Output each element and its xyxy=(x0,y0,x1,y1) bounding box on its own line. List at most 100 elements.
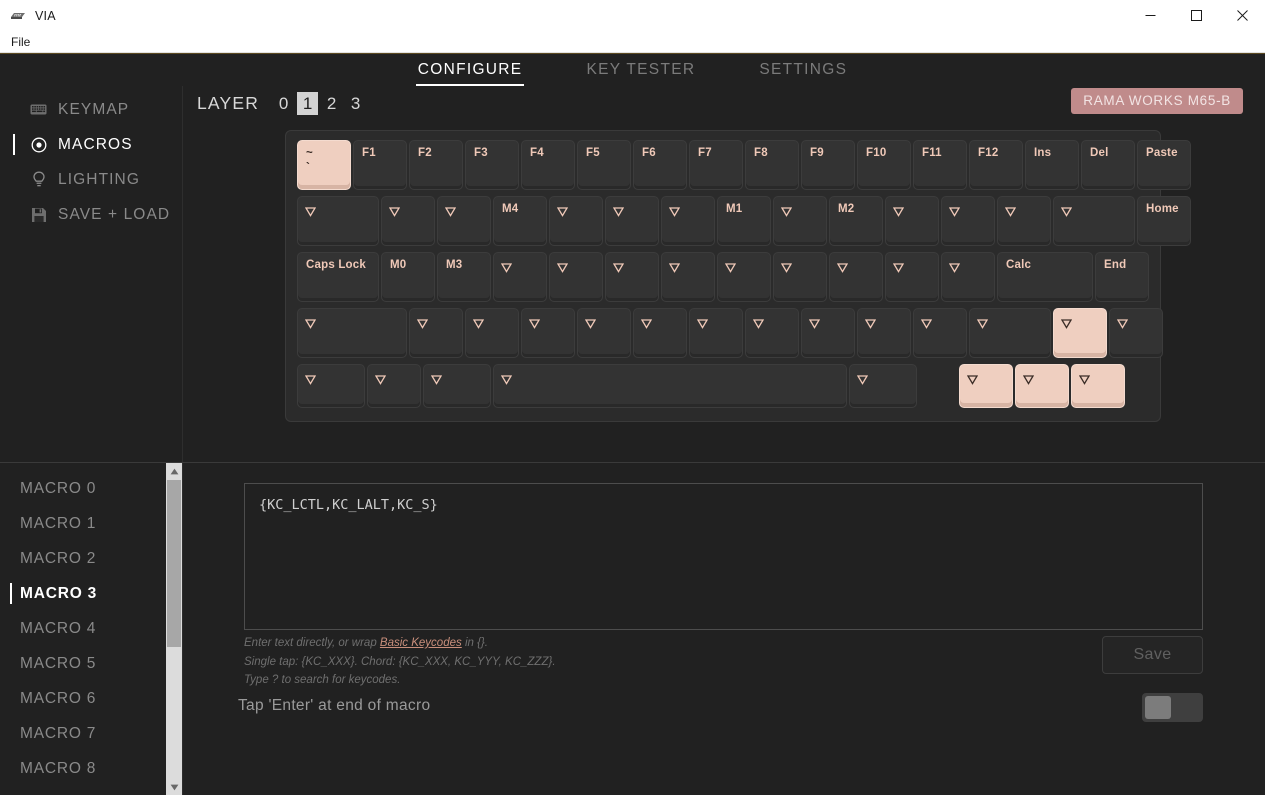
keyboard-key[interactable] xyxy=(409,308,463,358)
keyboard-key[interactable]: End xyxy=(1095,252,1149,302)
keyboard-key[interactable]: ~ ` xyxy=(297,140,351,190)
keyboard-key[interactable]: M1 xyxy=(717,196,771,246)
keyboard-key[interactable]: Caps Lock xyxy=(297,252,379,302)
tab-settings[interactable]: SETTINGS xyxy=(757,58,849,82)
macro-list-scrollbar[interactable] xyxy=(166,463,182,795)
basic-keycodes-link[interactable]: Basic Keycodes xyxy=(380,637,462,649)
keyboard-key[interactable] xyxy=(633,308,687,358)
hint-line-1-post: in {}. xyxy=(461,637,488,649)
keyboard-key[interactable]: F11 xyxy=(913,140,967,190)
keyboard-key[interactable] xyxy=(577,308,631,358)
keyboard-key[interactable] xyxy=(885,252,939,302)
keyboard-key[interactable] xyxy=(913,308,967,358)
keyboard-key[interactable] xyxy=(297,196,379,246)
close-icon[interactable] xyxy=(1219,0,1265,31)
macro-list-item[interactable]: MACRO 2 xyxy=(0,541,182,576)
keyboard-key[interactable] xyxy=(423,364,491,408)
keyboard-key[interactable] xyxy=(745,308,799,358)
keyboard-key[interactable]: Calc xyxy=(997,252,1093,302)
keyboard-key[interactable]: M0 xyxy=(381,252,435,302)
keyboard-key[interactable]: M3 xyxy=(437,252,491,302)
macro-list-item[interactable]: MACRO 8 xyxy=(0,751,182,786)
keyboard-key[interactable]: F7 xyxy=(689,140,743,190)
keyboard-key[interactable] xyxy=(717,252,771,302)
tab-configure[interactable]: CONFIGURE xyxy=(415,58,525,86)
macro-list-item[interactable]: MACRO 7 xyxy=(0,716,182,751)
keyboard-key[interactable]: F9 xyxy=(801,140,855,190)
layer-button-1[interactable]: 1 xyxy=(297,92,319,115)
keyboard-key[interactable] xyxy=(1053,308,1107,358)
scrollbar-thumb[interactable] xyxy=(167,480,181,647)
keyboard-key[interactable] xyxy=(829,252,883,302)
keyboard-key[interactable] xyxy=(773,252,827,302)
keyboard-key[interactable]: F8 xyxy=(745,140,799,190)
keyboard-key[interactable]: F10 xyxy=(857,140,911,190)
keyboard-key[interactable] xyxy=(493,364,847,408)
keyboard-key[interactable] xyxy=(885,196,939,246)
sidebar-item-keymap[interactable]: KEYMAP xyxy=(0,92,182,127)
keyboard-key[interactable] xyxy=(493,252,547,302)
keyboard-key[interactable] xyxy=(959,364,1013,408)
keyboard-key[interactable] xyxy=(367,364,421,408)
macro-list-item[interactable]: MACRO 6 xyxy=(0,681,182,716)
keyboard-key[interactable]: F3 xyxy=(465,140,519,190)
layer-button-3[interactable]: 3 xyxy=(345,92,366,115)
macro-list-item[interactable]: MACRO 0 xyxy=(0,471,182,506)
keyboard-key[interactable] xyxy=(857,308,911,358)
keyboard-key[interactable] xyxy=(661,196,715,246)
keyboard-key[interactable] xyxy=(661,252,715,302)
keyboard-key[interactable]: F5 xyxy=(577,140,631,190)
keyboard-key[interactable]: Del xyxy=(1081,140,1135,190)
keyboard-key[interactable]: M4 xyxy=(493,196,547,246)
keyboard-key[interactable] xyxy=(1015,364,1069,408)
macro-text-input[interactable] xyxy=(244,483,1203,630)
keyboard-key[interactable]: F1 xyxy=(353,140,407,190)
keyboard-key[interactable] xyxy=(437,196,491,246)
keyboard-key[interactable] xyxy=(465,308,519,358)
keyboard-key[interactable] xyxy=(941,252,995,302)
scroll-up-arrow-icon[interactable] xyxy=(166,463,182,480)
macro-list-item[interactable]: MACRO 3 xyxy=(0,576,182,611)
keyboard-key[interactable]: M2 xyxy=(829,196,883,246)
keyboard-key[interactable] xyxy=(549,252,603,302)
tap-enter-toggle[interactable] xyxy=(1142,693,1203,722)
keyboard-key[interactable] xyxy=(1071,364,1125,408)
keyboard-key[interactable] xyxy=(605,252,659,302)
keyboard-key[interactable] xyxy=(605,196,659,246)
keyboard-key[interactable] xyxy=(521,308,575,358)
keyboard-key[interactable] xyxy=(997,196,1051,246)
tab-key-tester[interactable]: KEY TESTER xyxy=(584,58,697,82)
keyboard-key[interactable] xyxy=(1109,308,1163,358)
menu-item-file[interactable]: File xyxy=(4,33,37,51)
sidebar-item-save-load[interactable]: SAVE + LOAD xyxy=(0,197,182,232)
keyboard-key[interactable]: F6 xyxy=(633,140,687,190)
keyboard-key[interactable] xyxy=(801,308,855,358)
keyboard-key[interactable]: Ins xyxy=(1025,140,1079,190)
macro-list-item[interactable]: MACRO 4 xyxy=(0,611,182,646)
macro-list-item[interactable]: MACRO 5 xyxy=(0,646,182,681)
keyboard-key[interactable] xyxy=(849,364,917,408)
keyboard-key[interactable] xyxy=(549,196,603,246)
scroll-down-arrow-icon[interactable] xyxy=(166,779,182,795)
minimize-icon[interactable] xyxy=(1127,0,1173,31)
keyboard-key[interactable] xyxy=(297,308,407,358)
keyboard-key[interactable] xyxy=(1053,196,1135,246)
keyboard-key[interactable] xyxy=(297,364,365,408)
maximize-icon[interactable] xyxy=(1173,0,1219,31)
keyboard-key[interactable] xyxy=(381,196,435,246)
layer-button-0[interactable]: 0 xyxy=(273,92,294,115)
keyboard-key[interactable] xyxy=(969,308,1051,358)
sidebar-item-lighting[interactable]: LIGHTING xyxy=(0,162,182,197)
keyboard-key[interactable]: Home xyxy=(1137,196,1191,246)
macro-list-item[interactable]: MACRO 1 xyxy=(0,506,182,541)
save-button[interactable]: Save xyxy=(1102,636,1203,674)
keyboard-key[interactable]: F2 xyxy=(409,140,463,190)
keyboard-key[interactable] xyxy=(941,196,995,246)
keyboard-key[interactable]: F12 xyxy=(969,140,1023,190)
keyboard-key[interactable] xyxy=(689,308,743,358)
keyboard-key[interactable]: F4 xyxy=(521,140,575,190)
layer-button-2[interactable]: 2 xyxy=(321,92,342,115)
sidebar-item-macros[interactable]: MACROS xyxy=(0,127,182,162)
keyboard-key[interactable]: Paste xyxy=(1137,140,1191,190)
keyboard-key[interactable] xyxy=(773,196,827,246)
